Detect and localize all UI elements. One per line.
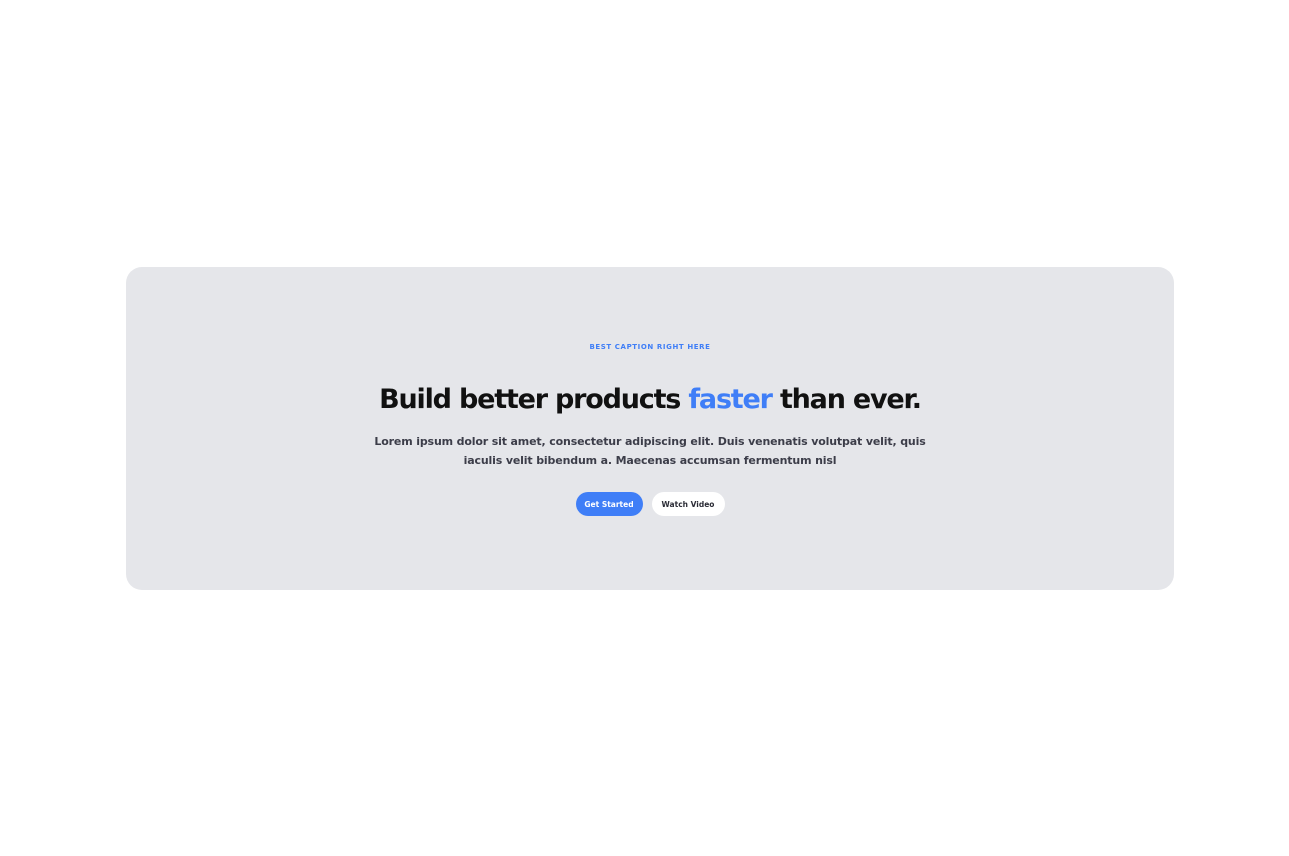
headline-text-end: than ever. <box>771 384 922 415</box>
headline-accent-text: faster <box>688 384 773 415</box>
hero-card: BEST CAPTION RIGHT HERE Build better pro… <box>126 267 1174 590</box>
hero-actions: Get Started Watch Video <box>126 492 1174 516</box>
hero-headline: Build better products faster than ever. <box>126 383 1174 417</box>
hero-description: Lorem ipsum dolor sit amet, consectetur … <box>374 435 926 467</box>
get-started-button[interactable]: Get Started <box>575 492 643 516</box>
headline-text-start: Build better products <box>379 384 689 415</box>
page: BEST CAPTION RIGHT HERE Build better pro… <box>0 0 1289 856</box>
hero-caption: BEST CAPTION RIGHT HERE <box>589 343 711 351</box>
watch-video-button[interactable]: Watch Video <box>651 492 725 516</box>
